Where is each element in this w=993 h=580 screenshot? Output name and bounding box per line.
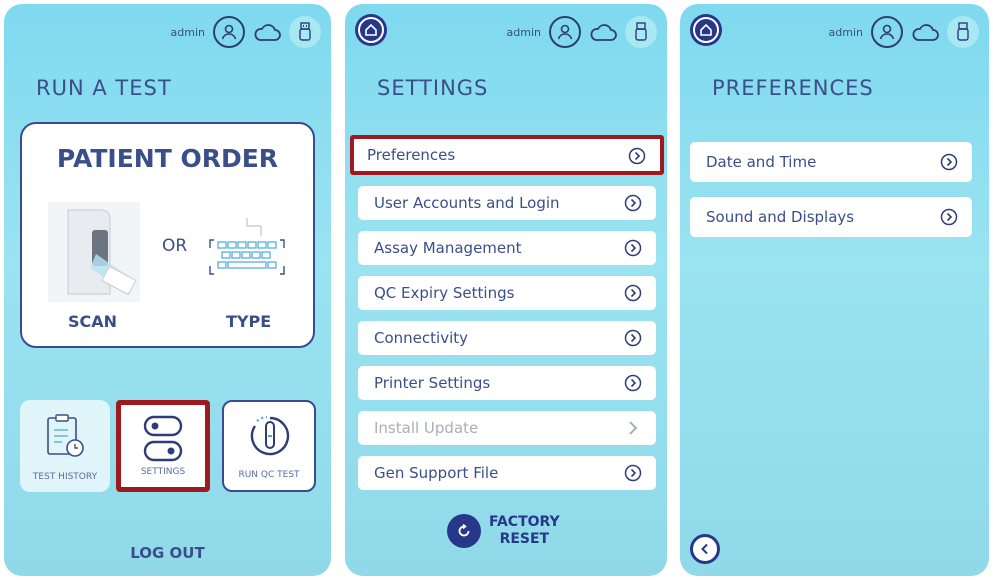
usb-icon[interactable] bbox=[625, 16, 657, 48]
factory-reset-line2: RESET bbox=[499, 531, 550, 547]
status-bar: admin bbox=[829, 16, 979, 48]
settings-button[interactable]: SETTINGS bbox=[116, 400, 210, 492]
menu-item-label: Assay Management bbox=[374, 239, 522, 257]
menu-item-label: Sound and Displays bbox=[706, 208, 855, 226]
user-icon[interactable] bbox=[213, 16, 245, 48]
chevron-circle-icon bbox=[624, 194, 642, 212]
settings-menu: Preferences User Accounts and Login Assa… bbox=[350, 135, 664, 501]
patient-order-card[interactable]: PATIENT ORDER OR SCAN TYPE bbox=[20, 122, 315, 348]
chevron-right-icon bbox=[629, 421, 638, 435]
home-button[interactable] bbox=[355, 14, 387, 46]
menu-item-label: QC Expiry Settings bbox=[374, 284, 515, 302]
user-name: admin bbox=[828, 25, 863, 39]
factory-reset-button[interactable]: FACTORY RESET bbox=[447, 514, 560, 548]
run-test-screen: admin RUN A TEST PATIENT ORDER OR SCAN T… bbox=[4, 4, 331, 576]
status-bar: admin bbox=[507, 16, 657, 48]
chevron-circle-icon bbox=[624, 239, 642, 257]
page-title: RUN A TEST bbox=[36, 76, 172, 100]
preferences-screen: admin PREFERENCES Date and Time Sound an… bbox=[680, 4, 989, 576]
menu-item-label: Date and Time bbox=[706, 153, 817, 171]
test-history-button[interactable]: TEST HISTORY bbox=[20, 400, 110, 492]
menu-item-preferences[interactable]: Preferences bbox=[350, 135, 664, 175]
clipboard-clock-icon bbox=[47, 414, 84, 457]
usb-icon[interactable] bbox=[947, 16, 979, 48]
logout-button[interactable]: LOG OUT bbox=[4, 544, 331, 562]
test-history-label: TEST HISTORY bbox=[32, 472, 98, 482]
menu-item-date-and-time[interactable]: Date and Time bbox=[690, 142, 972, 182]
user-icon[interactable] bbox=[549, 16, 581, 48]
user-name: admin bbox=[170, 25, 205, 39]
menu-item-sound-and-displays[interactable]: Sound and Displays bbox=[690, 197, 972, 237]
menu-item-label: Preferences bbox=[367, 146, 456, 164]
keyboard-icon[interactable] bbox=[208, 216, 286, 282]
chevron-circle-icon bbox=[624, 464, 642, 482]
menu-item-install-update: Install Update bbox=[358, 411, 656, 445]
home-button[interactable] bbox=[690, 14, 722, 46]
status-bar: admin bbox=[171, 16, 321, 48]
scan-label[interactable]: SCAN bbox=[68, 312, 117, 331]
menu-item-connectivity[interactable]: Connectivity bbox=[358, 321, 656, 355]
menu-item-qc-expiry[interactable]: QC Expiry Settings bbox=[358, 276, 656, 310]
chevron-circle-icon bbox=[940, 153, 958, 171]
page-title: SETTINGS bbox=[377, 76, 489, 100]
menu-item-label: Install Update bbox=[374, 419, 479, 437]
chevron-circle-icon bbox=[624, 284, 642, 302]
run-qc-test-button[interactable]: RUN QC TEST bbox=[222, 400, 316, 492]
menu-item-user-accounts[interactable]: User Accounts and Login bbox=[358, 186, 656, 220]
home-icon bbox=[700, 23, 712, 36]
chevron-circle-icon bbox=[624, 374, 642, 392]
reset-icon bbox=[447, 514, 481, 548]
test-tube-icon bbox=[250, 415, 290, 456]
user-icon[interactable] bbox=[871, 16, 903, 48]
chevron-circle-icon bbox=[624, 329, 642, 347]
cloud-icon[interactable] bbox=[909, 16, 941, 48]
scanner-icon[interactable] bbox=[48, 202, 140, 302]
cloud-icon[interactable] bbox=[251, 16, 283, 48]
patient-order-title: PATIENT ORDER bbox=[56, 144, 279, 173]
menu-item-gen-support-file[interactable]: Gen Support File bbox=[358, 456, 656, 490]
user-name: admin bbox=[506, 25, 541, 39]
menu-item-label: User Accounts and Login bbox=[374, 194, 560, 212]
factory-reset-line1: FACTORY bbox=[489, 514, 560, 530]
or-label: OR bbox=[162, 236, 188, 256]
usb-icon[interactable] bbox=[289, 16, 321, 48]
chevron-circle-icon bbox=[940, 208, 958, 226]
menu-item-label: Gen Support File bbox=[374, 464, 499, 482]
run-qc-test-label: RUN QC TEST bbox=[238, 470, 300, 480]
settings-screen: admin SETTINGS Preferences User Accounts… bbox=[345, 4, 667, 576]
page-title: PREFERENCES bbox=[712, 76, 874, 100]
home-icon bbox=[365, 23, 377, 36]
menu-item-printer-settings[interactable]: Printer Settings bbox=[358, 366, 656, 400]
back-button[interactable] bbox=[690, 534, 720, 564]
back-icon bbox=[701, 543, 708, 555]
preferences-menu: Date and Time Sound and Displays bbox=[690, 142, 972, 252]
factory-reset-label: FACTORY RESET bbox=[489, 514, 560, 548]
menu-item-label: Printer Settings bbox=[374, 374, 491, 392]
cloud-icon[interactable] bbox=[587, 16, 619, 48]
menu-item-assay-management[interactable]: Assay Management bbox=[358, 231, 656, 265]
menu-item-label: Connectivity bbox=[374, 329, 468, 347]
chevron-circle-icon bbox=[628, 147, 646, 165]
settings-label: SETTINGS bbox=[140, 467, 186, 477]
type-label[interactable]: TYPE bbox=[226, 312, 271, 331]
toggle-icon bbox=[143, 415, 183, 462]
